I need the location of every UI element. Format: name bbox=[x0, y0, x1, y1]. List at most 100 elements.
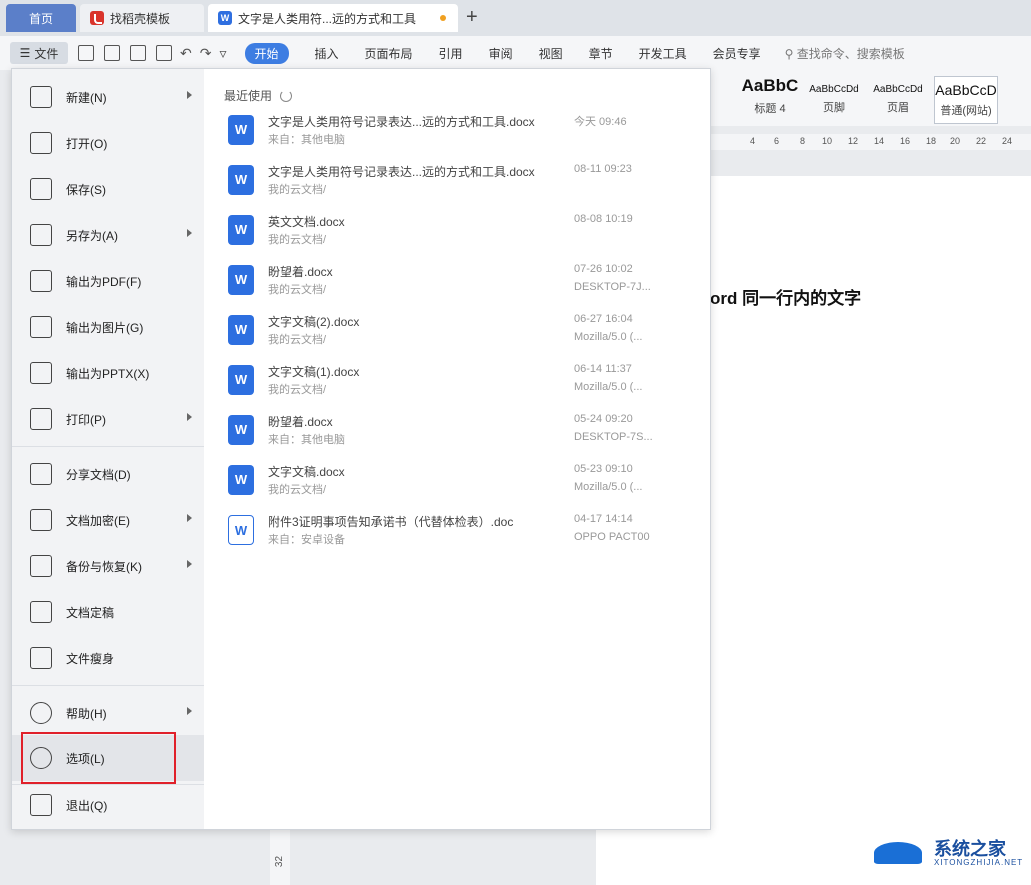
file-menu-dropdown: 新建(N) 打开(O) 保存(S) 另存为(A) 输出为PDF(F) 输出为图片… bbox=[11, 68, 711, 830]
tab-bar: 首页 找稻壳模板 W 文字是人类用符...远的方式和工具 + bbox=[0, 0, 1031, 36]
menu-item-save[interactable]: 保存(S) bbox=[12, 169, 204, 209]
style-footer[interactable]: AaBbCcDd 页脚 bbox=[802, 76, 866, 124]
save-icon[interactable] bbox=[78, 45, 94, 61]
backup-restore-icon bbox=[30, 555, 52, 577]
menu-item-open[interactable]: 打开(O) bbox=[12, 123, 204, 163]
recent-file-name: 文字是人类用符号记录表达...远的方式和工具.docx bbox=[268, 165, 535, 179]
menu-item-export-pptx[interactable]: 输出为PPTX(X) bbox=[12, 353, 204, 393]
ribbon-tab-review[interactable]: 审阅 bbox=[489, 45, 513, 62]
menu-item-label: 打开(O) bbox=[66, 136, 108, 151]
recent-file-name: 文字文稿(1).docx bbox=[268, 365, 360, 379]
ribbon-tab-start[interactable]: 开始 bbox=[244, 42, 289, 64]
search-icon: ⚲ bbox=[784, 46, 794, 61]
new-tab-button[interactable]: + bbox=[466, 6, 478, 29]
menu-item-print[interactable]: 打印(P) bbox=[12, 399, 204, 439]
style-normal-web[interactable]: AaBbCcD 普通(网站) bbox=[934, 76, 998, 124]
ribbon-tab-view[interactable]: 视图 bbox=[539, 45, 563, 62]
word-doc-icon: W bbox=[228, 165, 254, 195]
ribbon-tab-member[interactable]: 会员专享 bbox=[713, 45, 761, 62]
recent-file-source: 我的云文档/ bbox=[268, 334, 327, 346]
recent-file-date: 05-23 09:10 bbox=[574, 463, 633, 475]
ruler-tick: 14 bbox=[874, 136, 885, 146]
recent-file-row[interactable]: W 盼望着.docx 我的云文档/ 07-26 10:02 DESKTOP-7J… bbox=[224, 259, 694, 303]
recent-file-row[interactable]: W 文字文稿(1).docx 我的云文档/ 06-14 11:37 Mozill… bbox=[224, 359, 694, 403]
ribbon-tab-layout[interactable]: 页面布局 bbox=[365, 45, 413, 62]
wps-writer-icon: W bbox=[218, 11, 232, 25]
style-heading4[interactable]: AaBbC 标题 4 bbox=[738, 76, 802, 124]
tab-home[interactable]: 首页 bbox=[6, 4, 76, 32]
quick-access-dropdown-icon[interactable]: ▿ bbox=[219, 45, 226, 62]
style-header[interactable]: AaBbCcDd 页眉 bbox=[866, 76, 930, 124]
unsaved-dot-icon bbox=[440, 15, 447, 21]
refresh-icon[interactable] bbox=[280, 89, 293, 102]
recent-file-row[interactable]: W 盼望着.docx 来自：其他电脑 05-24 09:20 DESKTOP-7… bbox=[224, 409, 694, 453]
watermark-text: 系统之家 bbox=[934, 838, 1006, 859]
ribbon-tab-references[interactable]: 引用 bbox=[439, 45, 463, 62]
menu-item-help[interactable]: 帮助(H) bbox=[12, 693, 204, 733]
menu-item-share[interactable]: 分享文档(D) bbox=[12, 454, 204, 494]
menu-item-exit[interactable]: 退出(Q) bbox=[12, 785, 204, 825]
recent-file-row[interactable]: W 文字是人类用符号记录表达...远的方式和工具.docx 我的云文档/ 08-… bbox=[224, 159, 694, 203]
recent-file-name: 文字文稿(2).docx bbox=[268, 315, 360, 329]
file-menu-button[interactable]: ☰ 文件 bbox=[10, 42, 68, 64]
menu-item-label: 分享文档(D) bbox=[66, 467, 131, 482]
tab-daoke-templates[interactable]: 找稻壳模板 bbox=[80, 4, 204, 32]
ribbon-tab-developer[interactable]: 开发工具 bbox=[639, 45, 687, 62]
hamburger-icon: ☰ bbox=[19, 46, 31, 60]
xitongzhijia-logo-icon bbox=[870, 836, 926, 870]
print-preview-icon[interactable] bbox=[156, 45, 172, 61]
menu-item-encrypt[interactable]: 文档加密(E) bbox=[12, 500, 204, 540]
menu-item-backup[interactable]: 备份与恢复(K) bbox=[12, 546, 204, 586]
tab-document-label: 文字是人类用符...远的方式和工具 bbox=[238, 11, 417, 26]
print-icon[interactable] bbox=[130, 45, 146, 61]
menu-item-label: 打印(P) bbox=[66, 412, 106, 427]
menu-item-export-image[interactable]: 输出为图片(G) bbox=[12, 307, 204, 347]
recent-file-name: 盼望着.docx bbox=[268, 265, 333, 279]
recent-file-row[interactable]: W 英文文档.docx 我的云文档/ 08-08 10:19 bbox=[224, 209, 694, 253]
menu-item-slim[interactable]: 文件瘦身 bbox=[12, 638, 204, 678]
menu-item-label: 文档定稿 bbox=[66, 605, 115, 620]
menu-item-new[interactable]: 新建(N) bbox=[12, 77, 204, 117]
export-pptx-icon bbox=[30, 362, 52, 384]
recent-file-row[interactable]: W 文字文稿.docx 我的云文档/ 05-23 09:10 Mozilla/5… bbox=[224, 459, 694, 503]
command-search[interactable]: ⚲ 查找命令、搜索模板 bbox=[785, 45, 905, 62]
recent-file-row[interactable]: W 文字文稿(2).docx 我的云文档/ 06-27 16:04 Mozill… bbox=[224, 309, 694, 353]
menu-item-finalize[interactable]: 文档定稿 bbox=[12, 592, 204, 632]
ruler-tick: 6 bbox=[774, 136, 780, 146]
recent-file-row[interactable]: W 附件3证明事项告知承诺书（代替体检表）.doc 来自：安卓设备 04-17 … bbox=[224, 509, 694, 553]
recent-file-name: 文字文稿.docx bbox=[268, 465, 345, 479]
menu-item-label: 帮助(H) bbox=[66, 706, 107, 721]
undo-icon[interactable]: ↶ bbox=[180, 45, 192, 62]
tab-document[interactable]: W 文字是人类用符...远的方式和工具 bbox=[208, 4, 458, 32]
export-pdf-icon[interactable] bbox=[104, 45, 120, 61]
submenu-arrow-icon bbox=[187, 91, 192, 99]
ribbon-tab-section[interactable]: 章节 bbox=[589, 45, 613, 62]
menu-item-label: 新建(N) bbox=[66, 90, 107, 105]
submenu-arrow-icon bbox=[187, 413, 192, 421]
style-name: 标题 4 bbox=[754, 103, 786, 115]
ruler-tick: 4 bbox=[750, 136, 756, 146]
recent-file-date: 05-24 09:20 bbox=[574, 413, 633, 425]
submenu-arrow-icon bbox=[187, 560, 192, 568]
watermark: 系统之家 XITONGZHIJIA.NET bbox=[870, 836, 1023, 870]
word-doc-icon: W bbox=[228, 515, 254, 545]
exit-icon bbox=[30, 794, 52, 816]
tab-daoke-label: 找稻壳模板 bbox=[110, 11, 171, 26]
redo-icon[interactable]: ↷ bbox=[200, 45, 212, 62]
recent-file-row[interactable]: W 文字是人类用符号记录表达...远的方式和工具.docx 来自：其他电脑 今天… bbox=[224, 109, 694, 153]
ruler-tick: 12 bbox=[848, 136, 859, 146]
menu-item-save-as[interactable]: 另存为(A) bbox=[12, 215, 204, 255]
recent-file-device: DESKTOP-7S... bbox=[574, 431, 653, 443]
word-doc-icon: W bbox=[228, 465, 254, 495]
menu-item-label: 文档加密(E) bbox=[66, 513, 130, 528]
recent-file-date: 06-14 11:37 bbox=[574, 363, 632, 375]
recent-file-date: 08-08 10:19 bbox=[574, 213, 633, 225]
menu-divider bbox=[12, 685, 204, 686]
recent-file-date: 08-11 09:23 bbox=[574, 163, 632, 175]
menu-item-export-pdf[interactable]: 输出为PDF(F) bbox=[12, 261, 204, 301]
help-icon bbox=[30, 702, 52, 724]
word-doc-icon: W bbox=[228, 315, 254, 345]
submenu-arrow-icon bbox=[187, 514, 192, 522]
ribbon-tab-insert[interactable]: 插入 bbox=[315, 45, 339, 62]
recent-file-source: 我的云文档/ bbox=[268, 384, 327, 396]
